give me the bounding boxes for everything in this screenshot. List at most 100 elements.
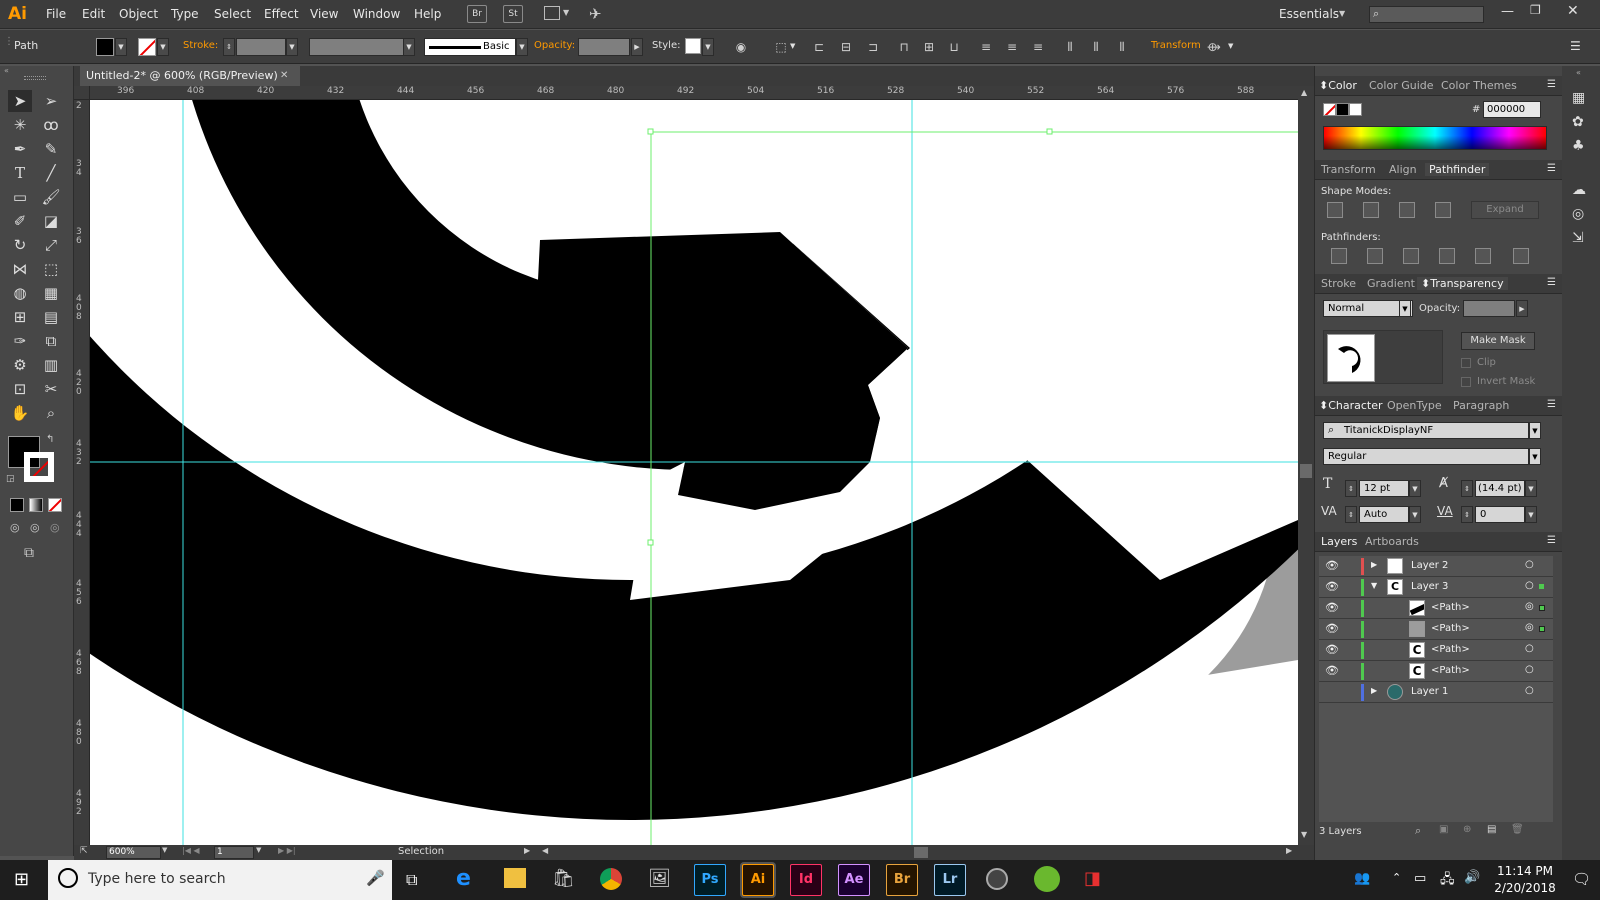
- crop-icon[interactable]: [1439, 248, 1455, 264]
- tab-gradient[interactable]: Gradient: [1367, 277, 1415, 290]
- chevron-down-icon[interactable]: ▼: [162, 846, 167, 854]
- menu-file[interactable]: File: [46, 7, 66, 21]
- file-explorer-icon[interactable]: [504, 868, 526, 888]
- visibility-eye-icon[interactable]: 👁: [1325, 622, 1339, 635]
- arrange-documents-icon[interactable]: [544, 6, 560, 20]
- layer-row-layer-3[interactable]: 👁 ▼ C Layer 3 ○: [1319, 577, 1553, 598]
- direct-selection-tool-icon[interactable]: ➢: [39, 90, 63, 112]
- default-fill-stroke-icon[interactable]: ◲: [6, 474, 15, 484]
- shape-builder-tool-icon[interactable]: ◍: [8, 282, 32, 304]
- tracking-field[interactable]: 0: [1475, 506, 1525, 523]
- trim-icon[interactable]: [1367, 248, 1383, 264]
- network-icon[interactable]: 🖧: [1440, 870, 1455, 892]
- menu-view[interactable]: View: [310, 7, 338, 21]
- eyedropper-tool-icon[interactable]: ✑: [8, 330, 32, 352]
- panel-menu-icon[interactable]: ☰: [1547, 535, 1556, 546]
- merge-icon[interactable]: [1403, 248, 1419, 264]
- tab-layers[interactable]: Layers: [1321, 535, 1357, 548]
- volume-icon[interactable]: 🔊: [1464, 870, 1480, 885]
- color-mode-icon[interactable]: [10, 498, 24, 512]
- tab-stroke[interactable]: Stroke: [1321, 277, 1356, 290]
- bridge-icon[interactable]: Br: [467, 5, 487, 23]
- layer-row-layer-2[interactable]: 👁 ▶ Layer 2 ○: [1319, 556, 1553, 577]
- menu-object[interactable]: Object: [119, 7, 158, 21]
- blend-tool-icon[interactable]: ⧉: [39, 330, 63, 352]
- taskbar-search-box[interactable]: Type here to search 🎤: [48, 860, 392, 900]
- leading-field[interactable]: (14.4 pt): [1475, 480, 1525, 497]
- tab-transform[interactable]: Transform: [1321, 163, 1376, 176]
- tab-color-themes[interactable]: Color Themes: [1441, 79, 1517, 92]
- style-dropdown[interactable]: ▼: [702, 38, 714, 56]
- new-layer-icon[interactable]: ▤: [1487, 824, 1496, 835]
- kerning-stepper[interactable]: ⇕: [1345, 506, 1357, 523]
- tab-paragraph[interactable]: Paragraph: [1453, 399, 1509, 412]
- action-center-icon[interactable]: 🗨: [1572, 870, 1591, 888]
- appearance-icon[interactable]: ◎: [1572, 206, 1584, 222]
- variable-width-profile[interactable]: [309, 38, 405, 56]
- font-size-stepper[interactable]: ⇕: [1345, 480, 1357, 497]
- path-name[interactable]: <Path>: [1431, 665, 1470, 676]
- opacity-label[interactable]: Opacity:: [534, 40, 575, 51]
- target-circle-icon[interactable]: ○: [1525, 580, 1534, 591]
- clock-time[interactable]: 11:14 PM: [1492, 864, 1558, 878]
- illustrator-icon[interactable]: Ai: [742, 864, 774, 896]
- brush-dropdown[interactable]: ▼: [516, 38, 528, 56]
- selected-indicator[interactable]: [1539, 584, 1544, 589]
- share-icon[interactable]: ⇱: [80, 846, 88, 856]
- stroke-weight-dropdown[interactable]: ▼: [286, 38, 298, 56]
- brushes-icon[interactable]: ✿: [1572, 114, 1584, 130]
- curvature-tool-icon[interactable]: ✎: [39, 138, 63, 160]
- tab-align[interactable]: Align: [1389, 163, 1417, 176]
- vertical-ruler[interactable]: 2 3 4 3 6 4 0 8 4 2 0 4 3 2 4 4 4 4 5 6 …: [74, 100, 90, 845]
- chevron-down-icon[interactable]: ▼: [1525, 506, 1537, 523]
- object-thumbnail[interactable]: [1327, 334, 1375, 382]
- scroll-down-icon[interactable]: ▼: [1301, 830, 1307, 839]
- chevron-down-icon[interactable]: ▼: [1339, 9, 1345, 18]
- scroll-up-icon[interactable]: ▲: [1301, 88, 1307, 97]
- menu-type[interactable]: Type: [171, 7, 199, 21]
- edge-icon[interactable]: e: [456, 866, 471, 891]
- creative-cloud-libraries-icon[interactable]: ☁: [1572, 182, 1586, 198]
- layer-row-path[interactable]: 👁 C <Path> ○: [1319, 640, 1553, 661]
- profile-dropdown[interactable]: ▼: [403, 38, 415, 56]
- line-tool-icon[interactable]: ╱: [39, 162, 63, 184]
- distribute-top-icon[interactable]: ≡: [978, 39, 994, 55]
- panel-menu-icon[interactable]: ☰: [1547, 79, 1556, 90]
- scale-tool-icon[interactable]: ⤢: [39, 234, 63, 256]
- distribute-bottom-icon[interactable]: ≡: [1030, 39, 1046, 55]
- graphic-style-swatch[interactable]: [685, 38, 701, 54]
- cinema4d-icon[interactable]: [986, 868, 1008, 890]
- chrome-icon[interactable]: [600, 868, 622, 890]
- battery-icon[interactable]: ▭: [1414, 871, 1426, 886]
- tab-character[interactable]: ⬍Character: [1319, 399, 1383, 412]
- layer-row-layer-1[interactable]: ▶ Layer 1 ○: [1319, 682, 1553, 703]
- collapse-triangle-icon[interactable]: ▼: [1371, 581, 1377, 590]
- visibility-eye-icon[interactable]: 👁: [1325, 643, 1339, 656]
- chevron-down-icon[interactable]: ▼: [1228, 42, 1233, 50]
- shaper-tool-icon[interactable]: ✐: [8, 210, 32, 232]
- lasso-tool-icon[interactable]: ꝏ: [39, 114, 63, 136]
- gradient-mode-icon[interactable]: [29, 498, 43, 512]
- chevron-down-icon[interactable]: ▼: [1529, 422, 1541, 439]
- change-screen-mode-icon[interactable]: ⧉: [24, 545, 34, 561]
- stroke-color-box[interactable]: [24, 452, 54, 482]
- restore-window-button[interactable]: ❐: [1530, 3, 1541, 17]
- layer-row-path[interactable]: 👁 <Path> ◎: [1319, 619, 1553, 640]
- stroke-weight-stepper[interactable]: ⇕: [223, 38, 235, 56]
- path-name[interactable]: <Path>: [1431, 644, 1470, 655]
- unite-icon[interactable]: [1327, 202, 1343, 218]
- path-name[interactable]: <Path>: [1431, 623, 1470, 634]
- type-tool-icon[interactable]: T: [8, 162, 32, 184]
- workspace-switcher[interactable]: Essentials: [1279, 7, 1339, 21]
- fill-swatch[interactable]: [96, 38, 114, 56]
- lightroom-icon[interactable]: Lr: [934, 864, 966, 896]
- align-to-selection-icon[interactable]: ⬚: [773, 39, 789, 55]
- tracking-stepper[interactable]: ⇕: [1461, 506, 1473, 523]
- selected-indicator[interactable]: [1539, 605, 1545, 611]
- chevron-down-icon[interactable]: ▼: [256, 846, 261, 854]
- horizontal-scrollbar-thumb[interactable]: [914, 847, 928, 858]
- rectangle-tool-icon[interactable]: ▭: [8, 186, 32, 208]
- menu-help[interactable]: Help: [414, 7, 441, 21]
- status-menu-icon[interactable]: ▶: [524, 846, 530, 855]
- search-stock-input[interactable]: ⌕: [1369, 6, 1484, 23]
